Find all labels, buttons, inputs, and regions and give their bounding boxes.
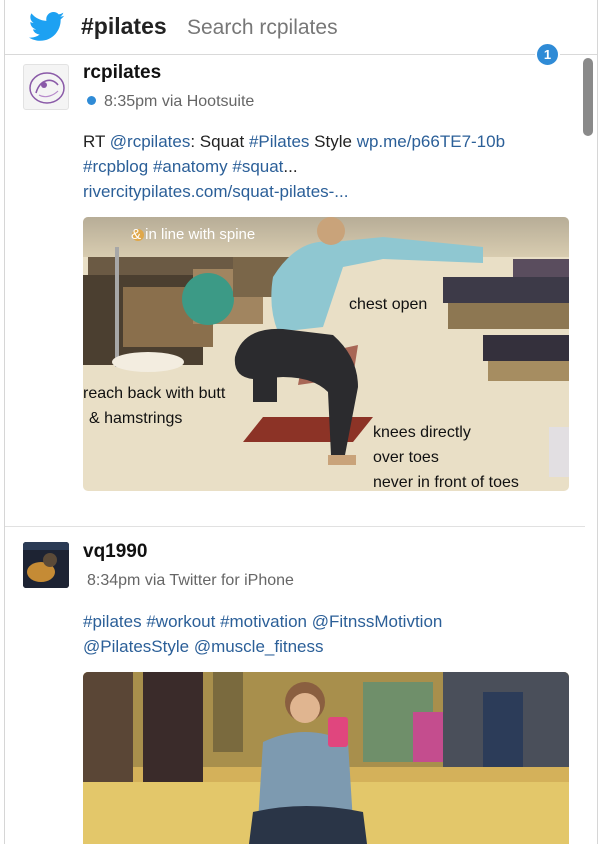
text-fragment: Style [309, 132, 357, 151]
media-label: never in front of toes [373, 474, 519, 491]
user-photo-icon [23, 542, 69, 588]
media-label: knees directly [373, 424, 471, 441]
search-header: #pilates Search rcpilates [5, 0, 597, 55]
tweet-item[interactable]: rcpilates 8:35pm via Hootsuite RT @rcpil… [5, 55, 585, 525]
avatar[interactable] [23, 64, 69, 110]
tweet-photo[interactable] [83, 672, 569, 844]
hashtag-link[interactable]: #rcpblog [83, 157, 148, 176]
search-query-label[interactable]: Search rcpilates [187, 16, 338, 40]
tweet-meta: 8:35pm via Hootsuite [87, 93, 254, 111]
hashtag-link[interactable]: #anatomy [153, 157, 228, 176]
mention-link[interactable]: @FitnssMotivtion [312, 612, 443, 631]
hashtag-title: #pilates [81, 13, 167, 39]
rt-prefix: RT [83, 132, 110, 151]
hashtag-link[interactable]: #motivation [220, 612, 307, 631]
tweet-timestamp[interactable]: 8:34pm via Twitter for iPhone [87, 572, 294, 589]
twitter-bird-icon[interactable] [29, 12, 65, 42]
mention-link[interactable]: @muscle_fitness [194, 637, 324, 656]
tweet-item[interactable]: vq1990 8:34pm via Twitter for iPhone #pi… [5, 527, 585, 844]
tweet-username[interactable]: vq1990 [83, 541, 147, 563]
unread-dot-icon [87, 96, 96, 105]
media-label: chest open [349, 296, 428, 313]
url-link[interactable]: wp.me/p66TE7-10b [357, 132, 505, 151]
tweet-photo[interactable]: & in line with spine chest open reach ba… [83, 217, 569, 491]
mention-link[interactable]: @rcpilates [110, 132, 191, 151]
hashtag-link[interactable]: #workout [146, 612, 215, 631]
twitter-widget: #pilates Search rcpilates 1 rcpilates 8:… [4, 0, 598, 844]
scrollbar-thumb[interactable] [583, 58, 593, 136]
tweet-text: RT @rcpilates: Squat #Pilates Style wp.m… [83, 129, 563, 204]
tweet-username[interactable]: rcpilates [83, 62, 161, 84]
gym-selfie-image [83, 672, 569, 844]
squat-photo-image [83, 217, 569, 491]
media-label: & in line with spine [131, 226, 256, 243]
tweet-text: #pilates #workout #motivation @FitnssMot… [83, 609, 563, 659]
media-label: & hamstrings [89, 410, 183, 427]
media-label: reach back with butt [83, 385, 226, 402]
text-fragment: : Squat [190, 132, 249, 151]
hashtag-link[interactable]: #Pilates [249, 132, 309, 151]
avatar[interactable] [23, 542, 69, 588]
rcpilates-logo-icon [29, 72, 65, 104]
tweet-meta: 8:34pm via Twitter for iPhone [87, 572, 294, 590]
hashtag-link[interactable]: #pilates [83, 612, 142, 631]
text-fragment: ... [283, 157, 298, 176]
tweet-timestamp[interactable]: 8:35pm via Hootsuite [104, 93, 254, 110]
mention-link[interactable]: @PilatesStyle [83, 637, 189, 656]
url-link[interactable]: rivercitypilates.com/squat-pilates-... [83, 182, 348, 201]
media-label: over toes [373, 449, 439, 466]
new-tweets-badge[interactable]: 1 [535, 42, 560, 67]
hashtag-link[interactable]: #squat [232, 157, 283, 176]
